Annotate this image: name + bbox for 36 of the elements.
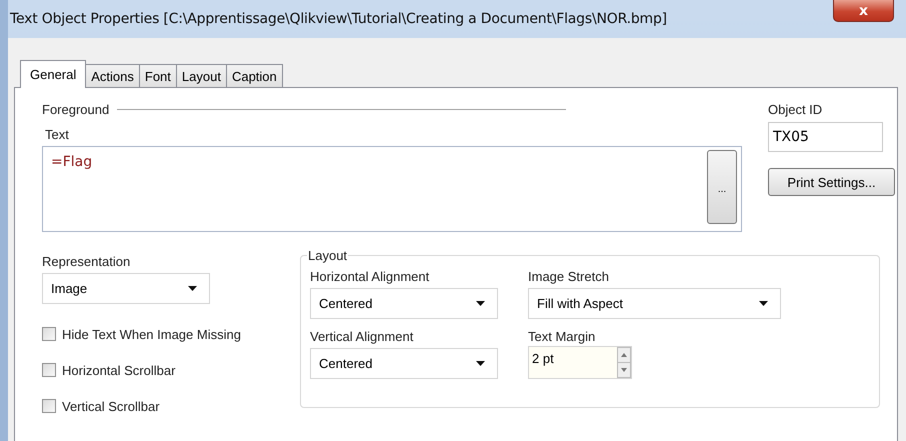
print-settings-button[interactable]: Print Settings... xyxy=(768,168,895,196)
tab[interactable]: General xyxy=(20,60,86,88)
text-field[interactable]: =Flag ... xyxy=(42,146,742,232)
window-title: Text Object Properties [C:\Apprentissage\Qlikview\Tutorial\Creating a Document\Flags\NOR.bmp] xyxy=(10,11,667,27)
close-button[interactable]: x xyxy=(833,0,894,22)
field-label: Horizontal Alignment xyxy=(310,269,430,284)
checkbox-label: Hide Text When Image Missing xyxy=(62,326,241,342)
caret-icon xyxy=(476,361,485,366)
checkbox[interactable] xyxy=(42,363,56,377)
field-label: Text xyxy=(45,127,70,142)
checkbox-label: Horizontal Scrollbar xyxy=(62,362,176,378)
checkbox[interactable] xyxy=(42,327,56,341)
object-id-field[interactable]: TX05 xyxy=(768,122,883,152)
image-stretch-dropdown[interactable]: Fill with Aspect xyxy=(528,288,781,319)
spinner-icon[interactable] xyxy=(617,347,631,378)
browse-button[interactable]: ... xyxy=(707,150,737,224)
text-margin-field[interactable]: 2 pt xyxy=(528,346,632,379)
group-title: Layout xyxy=(307,248,348,263)
caret-icon xyxy=(759,301,768,306)
horizontal-alignment-dropdown[interactable]: Centered xyxy=(310,288,498,319)
vertical-alignment-dropdown[interactable]: Centered xyxy=(310,348,498,379)
field-label: Object ID xyxy=(768,102,824,117)
group-title: Foreground xyxy=(42,102,110,117)
checkbox[interactable] xyxy=(42,399,56,413)
field-label: Text Margin xyxy=(528,329,596,344)
tab[interactable]: Caption xyxy=(226,64,283,88)
tab[interactable]: Actions xyxy=(85,64,140,88)
field-label: Vertical Alignment xyxy=(310,329,414,344)
field-label: Representation xyxy=(42,254,132,269)
caret-icon xyxy=(188,286,197,291)
tab[interactable]: Font xyxy=(138,64,177,88)
caret-icon xyxy=(476,301,485,306)
tab[interactable]: Layout xyxy=(176,64,227,88)
representation-dropdown[interactable]: Image xyxy=(42,273,210,304)
field-label: Image Stretch xyxy=(528,269,610,284)
checkbox-label: Vertical Scrollbar xyxy=(62,398,160,414)
